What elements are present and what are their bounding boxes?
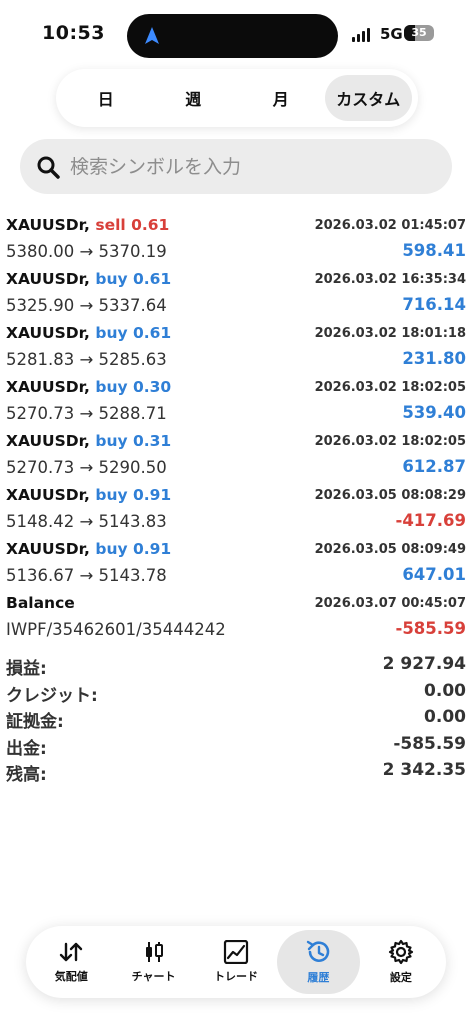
trade-icon [223,940,249,964]
cellular-signal-icon [352,28,370,42]
summary-credit: クレジット: 0.00 [6,681,466,708]
deal-time: 2026.03.02 18:02:05 [314,434,466,449]
bottom-navigation: 気配値 チャート トレード 履歴 設定 [26,926,446,998]
deal-profit: 716.14 [402,295,466,314]
deal-row[interactable]: XAUUSDr, buy 0.61 2026.03.02 18:01:18 52… [6,322,466,376]
balance-row[interactable]: Balance 2026.03.07 00:45:07 IWPF/3546260… [6,592,466,646]
deal-prices: 5380.00 → 5370.19 [6,242,167,261]
nav-settings[interactable]: 設定 [360,930,442,994]
search-icon [37,156,60,179]
search-bar[interactable] [20,139,452,194]
summary-label: 証拠金: [6,712,64,732]
nav-trade[interactable]: トレード [195,930,277,994]
deal-side-volume: sell 0.61 [95,216,170,234]
deal-symbol: XAUUSDr, [6,378,90,396]
settings-icon [388,939,413,965]
dynamic-island [127,14,338,58]
quotes-icon [60,942,83,962]
nav-label: 気配値 [54,970,88,983]
period-tabs: 日 週 月 カスタム [56,69,418,127]
deal-prices: 5136.67 → 5143.78 [6,566,167,585]
nav-label: トレード [214,970,259,983]
tab-week[interactable]: 週 [150,75,238,121]
deal-symbol: XAUUSDr, [6,486,90,504]
nav-chart[interactable]: チャート [112,930,194,994]
deal-profit: 612.87 [402,457,466,476]
summary-label: クレジット: [6,685,98,706]
deal-time: 2026.03.02 18:02:05 [314,380,466,395]
deal-prices: 5325.90 → 5337.64 [6,296,167,315]
deal-symbol: XAUUSDr, [6,540,90,558]
summary-withdrawal: 出金: -585.59 [6,734,466,761]
tab-month[interactable]: 月 [237,75,325,121]
nav-quotes[interactable]: 気配値 [30,930,112,994]
deal-side-volume: buy 0.91 [95,540,172,558]
deal-row[interactable]: XAUUSDr, buy 0.31 2026.03.02 18:02:05 52… [6,430,466,484]
deal-time: 2026.03.02 01:45:07 [314,218,466,233]
deal-profit: -585.59 [395,619,466,638]
search-input[interactable] [70,155,410,178]
deal-symbol: XAUUSDr, [6,324,90,342]
deal-profit: -417.69 [395,511,466,530]
deal-time: 2026.03.07 00:45:07 [314,596,466,611]
deal-profit: 598.41 [402,241,466,260]
deal-symbol: Balance [6,594,75,612]
deal-side-volume: buy 0.91 [95,486,172,504]
deal-symbol: XAUUSDr, [6,432,90,450]
nav-label: チャート [131,970,176,983]
nav-label: 設定 [389,971,412,984]
summary-label: 残高: [6,765,47,785]
nav-label: 履歴 [307,971,330,984]
status-bar: 10:53 5G 35 [0,0,472,64]
deal-row[interactable]: XAUUSDr, buy 0.91 2026.03.05 08:08:29 51… [6,484,466,538]
deal-prices: 5270.73 → 5290.50 [6,458,167,477]
deal-profit: 231.80 [402,349,466,368]
battery-icon: 35 [404,25,434,41]
chart-icon [145,942,163,962]
history-summary: 損益: 2 927.94 クレジット: 0.00 証拠金: 0.00 出金: -… [6,654,466,787]
deal-side-volume: buy 0.31 [95,432,172,450]
summary-value: 2 927.94 [382,654,466,674]
summary-value: 0.00 [424,707,466,727]
deal-side-volume: buy 0.30 [95,378,172,396]
deal-prices: 5281.83 → 5285.63 [6,350,167,369]
deal-time: 2026.03.05 08:08:29 [314,488,466,503]
deal-row[interactable]: XAUUSDr, sell 0.61 2026.03.02 01:45:07 5… [6,214,466,268]
deal-row[interactable]: XAUUSDr, buy 0.61 2026.03.02 16:35:34 53… [6,268,466,322]
deal-list: XAUUSDr, sell 0.61 2026.03.02 01:45:07 5… [6,214,466,646]
summary-profit: 損益: 2 927.94 [6,654,466,681]
summary-balance: 残高: 2 342.35 [6,760,466,787]
history-icon [307,940,330,962]
summary-label: 出金: [6,738,47,759]
deal-side-volume: buy 0.61 [95,324,172,342]
deal-symbol: XAUUSDr, [6,216,90,234]
network-type: 5G [380,25,403,43]
status-time: 10:53 [42,22,105,44]
nav-history[interactable]: 履歴 [277,930,360,994]
tab-custom[interactable]: カスタム [324,75,412,121]
deal-prices: 5270.73 → 5288.71 [6,404,167,423]
deal-symbol: XAUUSDr, [6,270,90,288]
deal-comment: IWPF/35462601/35444242 [6,620,226,639]
deal-row[interactable]: XAUUSDr, buy 0.30 2026.03.02 18:02:05 52… [6,376,466,430]
deal-profit: 539.40 [402,403,466,422]
summary-value: 2 342.35 [382,760,466,780]
navigation-arrow-icon [145,27,159,44]
summary-margin: 証拠金: 0.00 [6,707,466,734]
summary-value: -585.59 [393,733,466,754]
deal-time: 2026.03.02 18:01:18 [314,326,466,341]
deal-row[interactable]: XAUUSDr, buy 0.91 2026.03.05 08:09:49 51… [6,538,466,592]
deal-profit: 647.01 [402,565,466,584]
deal-prices: 5148.42 → 5143.83 [6,512,167,531]
battery-level: 35 [411,26,427,39]
summary-value: 0.00 [424,680,466,701]
tab-day[interactable]: 日 [62,75,150,121]
deal-time: 2026.03.05 08:09:49 [314,542,466,557]
deal-side-volume: buy 0.61 [95,270,172,288]
deal-time: 2026.03.02 16:35:34 [314,272,466,287]
summary-label: 損益: [6,659,47,679]
